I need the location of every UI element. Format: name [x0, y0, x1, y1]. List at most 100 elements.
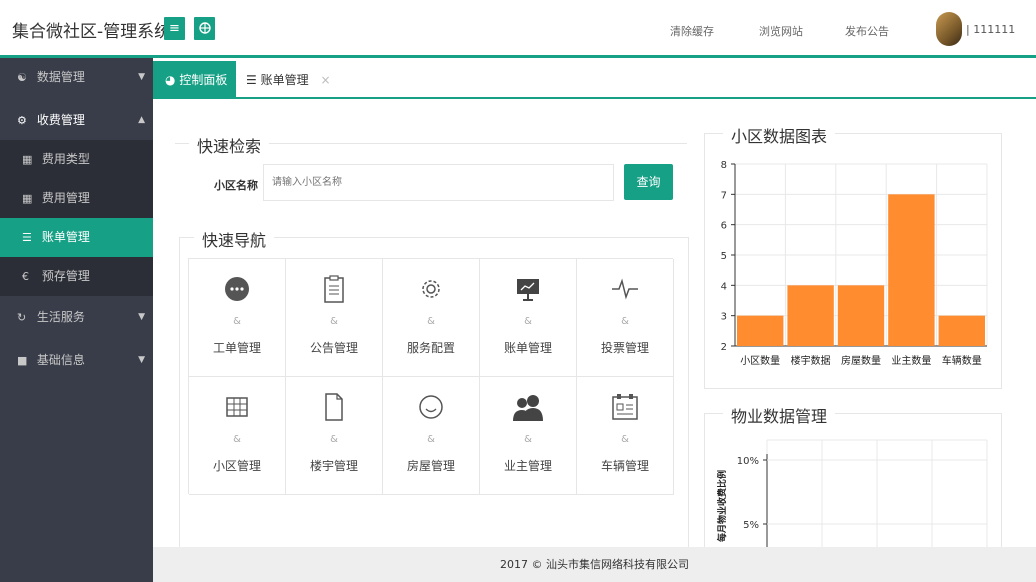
y-tick-label: 3 — [721, 312, 727, 323]
y-tick-label: 5% — [743, 520, 759, 531]
property-legend: 物业数据管理 — [723, 403, 836, 427]
sidebar-item-label: 费用类型 — [41, 152, 90, 166]
nav-amp: & — [330, 316, 338, 327]
chart-legend: 小区数据图表 — [723, 123, 836, 147]
tab-label: 账单管理 — [260, 73, 309, 87]
nav-item-houses[interactable]: & 房屋管理 — [383, 377, 480, 495]
bar[interactable] — [938, 315, 985, 346]
nav-item-owners[interactable]: & 业主管理 — [480, 377, 577, 495]
y-tick-label: 7 — [721, 190, 727, 201]
footer: 2017 © 汕头市集信网络科技有限公司 — [153, 547, 1036, 582]
nav-amp: & — [427, 316, 435, 327]
nav-item-label: 小区管理 — [212, 459, 261, 473]
nav-item-tickets[interactable]: & 工单管理 — [189, 259, 286, 377]
caret-down-icon: ▼ — [138, 312, 145, 322]
nav-item-votes[interactable]: & 投票管理 — [577, 259, 674, 377]
nav-item-label: 楼宇管理 — [309, 459, 358, 473]
tab-bar: ◕ 控制面板 ☰ 账单管理 × — [153, 61, 1036, 99]
nav-item-bills[interactable]: & 账单管理 — [480, 259, 577, 377]
y-tick-label: 4 — [721, 281, 727, 292]
sidebar-item-data[interactable]: ☯ 数据管理 ▼ — [0, 58, 153, 97]
nav-item-label: 服务配置 — [406, 341, 455, 355]
nav-item-label: 投票管理 — [600, 341, 649, 355]
x-tick-label: 车辆数量 — [942, 354, 982, 367]
bar[interactable] — [737, 315, 784, 346]
sidebar-item-prepay[interactable]: € 预存管理 — [0, 257, 153, 296]
sidebar-item-billing[interactable]: ⚙ 收费管理 ▲ — [0, 101, 153, 140]
sidebar-item-label: 基础信息 — [36, 353, 85, 367]
caret-down-icon: ▼ — [138, 355, 145, 365]
search-legend: 快速检索 — [189, 133, 270, 157]
username-text: 111111 — [973, 23, 1016, 36]
x-tick-label: 业主数量 — [891, 354, 931, 367]
nav-legend: 快速导航 — [194, 227, 275, 251]
list-icon: ☰ — [22, 231, 32, 244]
id-card-icon — [612, 394, 638, 420]
bar[interactable] — [888, 194, 935, 346]
app-title: 集合微社区-管理系统 — [12, 22, 172, 42]
nav-amp: & — [330, 434, 338, 445]
sidebar-item-fee-manage[interactable]: ▦ 费用管理 — [0, 179, 153, 218]
username[interactable]: | 111111 — [966, 23, 1015, 36]
publish-notice-link[interactable]: 发布公告 — [845, 23, 889, 39]
community-bar-chart: 2 3 4 5 6 7 8 小区数量 楼宇数据 房屋数量 业主数量 车辆数量 — [721, 160, 988, 367]
nav-item-label: 车辆管理 — [600, 459, 649, 473]
presentation-icon — [517, 279, 539, 301]
nav-item-service-config[interactable]: & 服务配置 — [383, 259, 480, 377]
nav-amp: & — [621, 316, 629, 327]
list-icon: ☰ — [246, 73, 257, 87]
table-icon: ▦ — [22, 192, 33, 205]
browse-site-link[interactable]: 浏览网站 — [759, 23, 803, 39]
nav-item-label: 业主管理 — [503, 459, 552, 473]
search-button[interactable]: 查询 — [624, 164, 673, 200]
sidebar: ☯ 数据管理 ▼ ⚙ 收费管理 ▲ ▦ 费用类型 ▦ 费用管理 ☰ 账单管理 €… — [0, 58, 153, 582]
nav-amp: & — [524, 434, 532, 445]
sidebar-item-label: 预存管理 — [41, 269, 90, 283]
y-tick-label: 6 — [721, 221, 727, 232]
nav-item-notices[interactable]: & 公告管理 — [286, 259, 383, 377]
clear-cache-link[interactable]: 清除缓存 — [670, 23, 714, 39]
nav-item-label: 工单管理 — [212, 341, 261, 355]
gear-icon — [422, 280, 440, 298]
clipboard-icon — [324, 275, 344, 303]
tab-bill-manage[interactable]: ☰ 账单管理 × — [236, 61, 331, 99]
menu-toggle-button[interactable]: ≡ — [164, 17, 185, 40]
nav-item-label: 账单管理 — [503, 341, 552, 355]
nav-item-buildings[interactable]: & 楼宇管理 — [286, 377, 383, 495]
nav-item-label: 公告管理 — [309, 341, 358, 355]
x-tick-label: 房屋数量 — [841, 354, 881, 367]
sidebar-item-bill-manage[interactable]: ☰ 账单管理 — [0, 218, 153, 257]
sidebar-item-fee-type[interactable]: ▦ 费用类型 — [0, 140, 153, 179]
sidebar-item-label: 生活服务 — [36, 310, 85, 324]
y-tick-label: 2 — [721, 342, 727, 353]
nav-item-vehicles[interactable]: & 车辆管理 — [577, 377, 674, 495]
globe-button[interactable] — [194, 17, 215, 40]
caret-down-icon: ▼ — [138, 72, 145, 82]
nav-item-communities[interactable]: & 小区管理 — [189, 377, 286, 495]
refresh-icon: ↻ — [17, 311, 27, 324]
y-tick-label: 5 — [721, 251, 727, 262]
sidebar-item-life-service[interactable]: ↻ 生活服务 ▼ — [0, 298, 153, 337]
bar[interactable] — [787, 285, 834, 346]
globe-icon — [198, 22, 211, 34]
y-tick-label: 10% — [737, 456, 759, 467]
avatar[interactable] — [936, 12, 962, 46]
bar[interactable] — [837, 285, 885, 346]
x-tick-label: 小区数量 — [740, 354, 780, 367]
quick-nav-grid: & 工单管理 & 公告管理 & 服务配置 & 账单管理 & 投票管理 & 小区管… — [188, 258, 674, 495]
nav-amp: & — [621, 434, 629, 445]
document-icon — [325, 393, 343, 421]
nav-amp: & — [233, 316, 241, 327]
sidebar-item-basic-info[interactable]: ■ 基础信息 ▼ — [0, 341, 153, 380]
cogs-icon: ⚙ — [17, 114, 27, 127]
nav-amp: & — [427, 434, 435, 445]
pulse-icon — [612, 278, 638, 300]
sidebar-item-label: 收费管理 — [36, 113, 85, 127]
nav-amp: & — [524, 316, 532, 327]
search-label: 小区名称 — [214, 179, 258, 192]
tab-dashboard[interactable]: ◕ 控制面板 — [153, 61, 236, 99]
menu-icon: ≡ — [169, 21, 180, 36]
close-icon[interactable]: × — [320, 73, 330, 87]
y-axis-label: 每月物业收费比例 — [716, 470, 728, 542]
community-search-input[interactable] — [263, 164, 614, 201]
